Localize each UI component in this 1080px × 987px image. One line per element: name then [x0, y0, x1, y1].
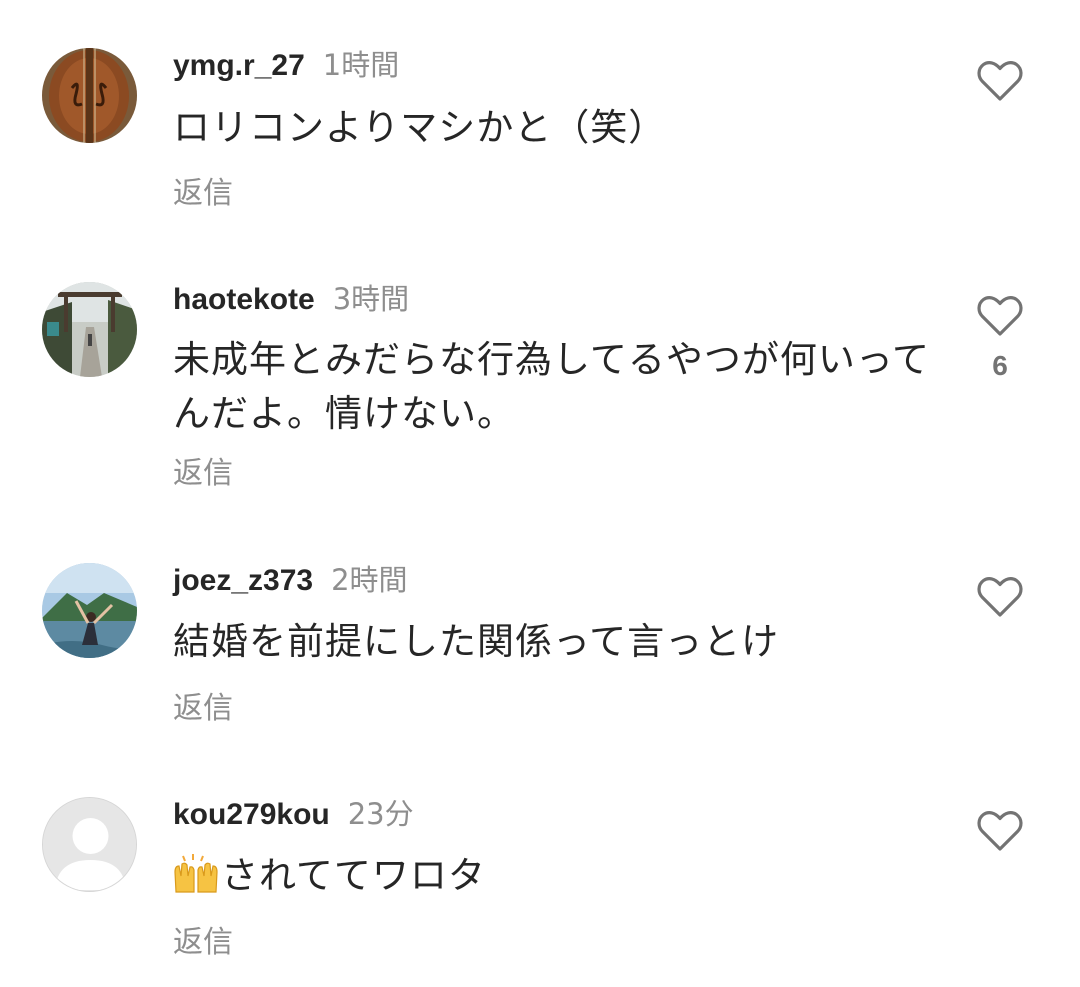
reply-button[interactable]: 返信: [173, 168, 233, 212]
violin-avatar-icon: [42, 48, 137, 143]
person-by-water-avatar-icon: [42, 563, 137, 658]
like-button[interactable]: [976, 810, 1024, 852]
comment-header: ymg.r_27 1時間: [173, 45, 399, 85]
username[interactable]: kou279kou: [173, 798, 330, 831]
like-button[interactable]: [976, 295, 1024, 337]
comment-header: joez_z373 2時間: [173, 560, 408, 600]
user-avatar[interactable]: [42, 282, 137, 377]
heart-icon: [977, 811, 1023, 851]
comment-timestamp: 3時間: [332, 282, 410, 316]
comment-timestamp: 2時間: [331, 563, 408, 597]
comment-header: haotekote 3時間: [173, 279, 409, 319]
user-avatar[interactable]: [42, 563, 137, 658]
raising-hands-emoji-icon: [174, 854, 218, 893]
comment-text: されててワロタ: [173, 849, 943, 903]
shrine-path-avatar-icon: [42, 282, 137, 377]
default-user-avatar-icon: [43, 798, 136, 891]
like-button[interactable]: [976, 60, 1024, 102]
comment-text: ロリコンよりマシかと（笑）: [173, 106, 667, 149]
reply-button[interactable]: 返信: [173, 448, 233, 492]
comment-header: kou279kou 23分: [173, 794, 414, 834]
heart-icon: [977, 296, 1023, 336]
username[interactable]: ymg.r_27: [173, 49, 305, 82]
comment-text: 未成年とみだらな行為してるやつが何いってんだよ。情けない。: [173, 338, 931, 435]
heart-icon: [977, 577, 1023, 617]
reply-button[interactable]: 返信: [173, 917, 233, 961]
like-button[interactable]: [976, 576, 1024, 618]
username[interactable]: haotekote: [173, 283, 315, 316]
user-avatar[interactable]: [42, 48, 137, 143]
like-count: 6: [992, 350, 1008, 381]
comment-text: 結婚を前提にした関係って言っとけ: [173, 620, 780, 663]
user-avatar[interactable]: [42, 797, 137, 892]
username[interactable]: joez_z373: [173, 564, 313, 597]
heart-icon: [977, 61, 1023, 101]
reply-button[interactable]: 返信: [173, 683, 233, 727]
comment-timestamp: 23分: [347, 797, 414, 831]
comment-text-content: されててワロタ: [221, 854, 486, 897]
comment-timestamp: 1時間: [322, 48, 400, 82]
